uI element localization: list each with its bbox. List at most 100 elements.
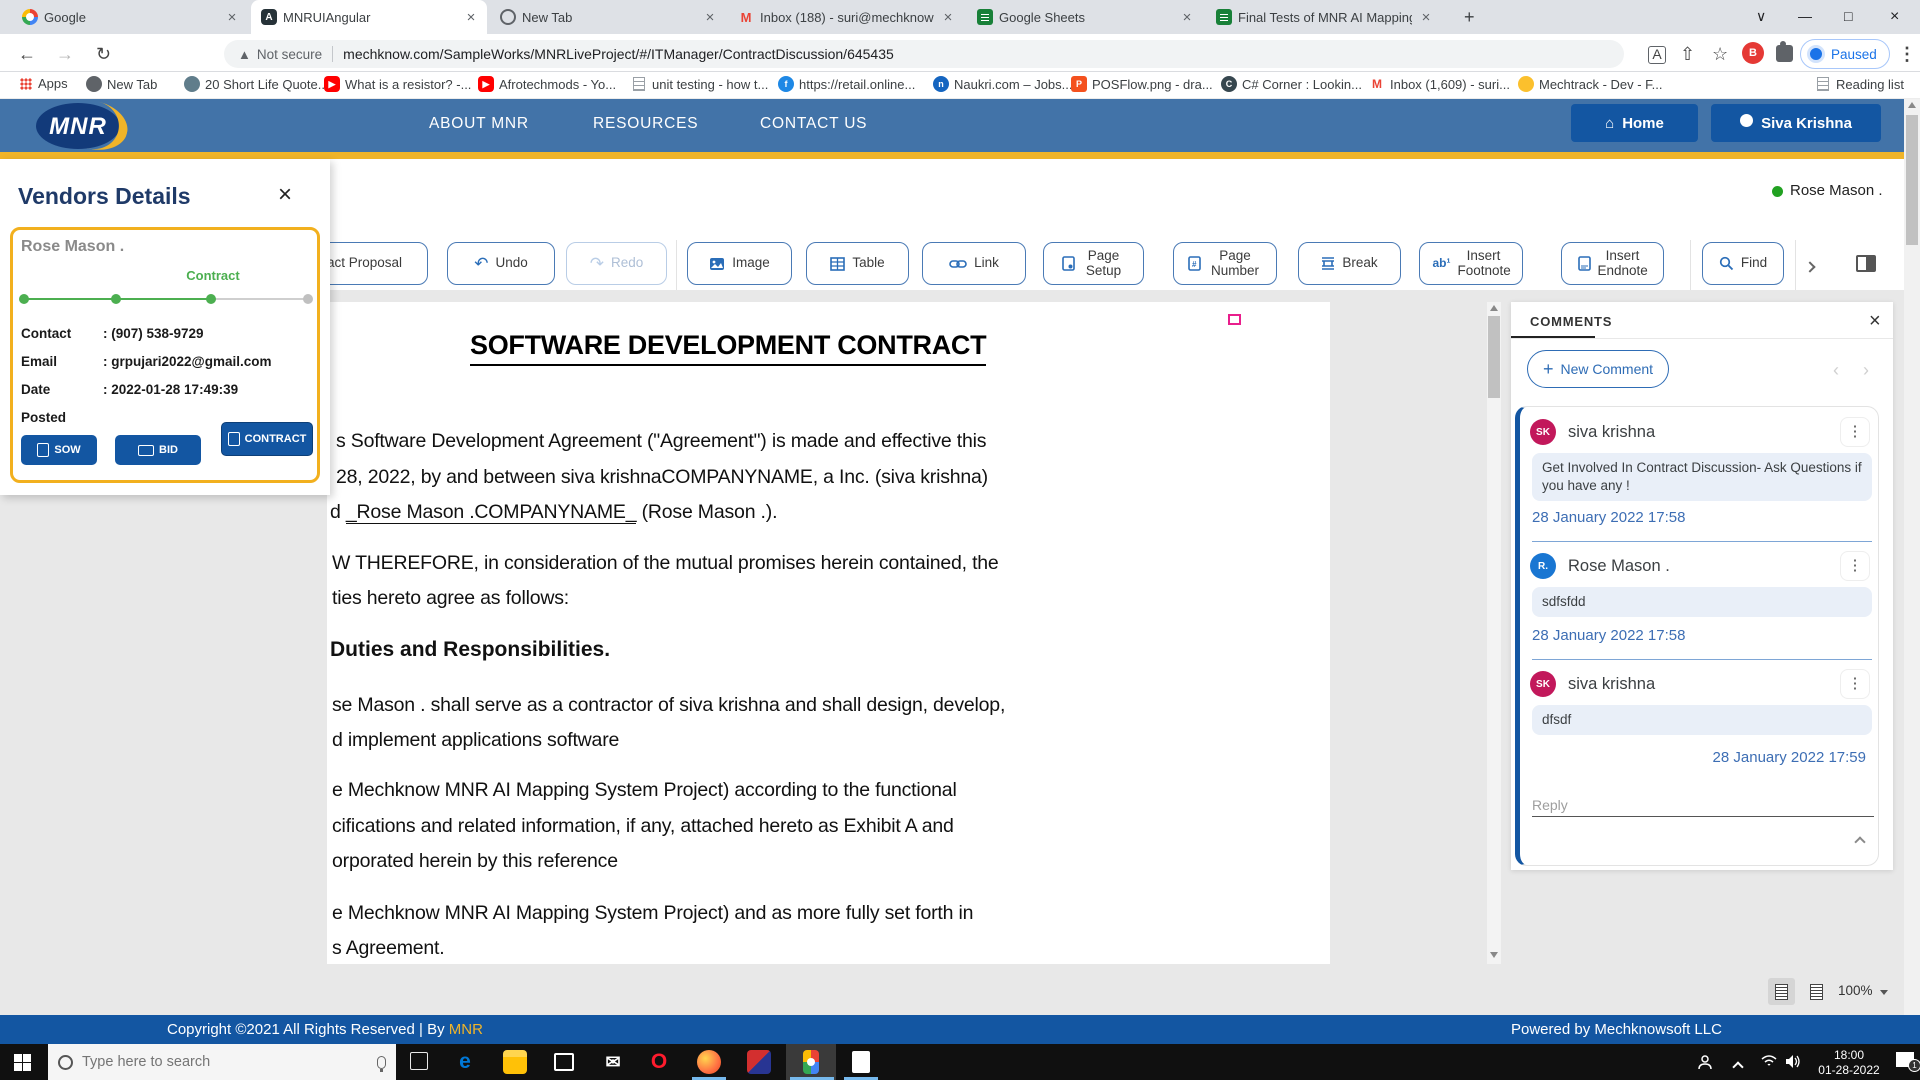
zoom-level[interactable]: 100%: [1838, 983, 1873, 998]
back-icon[interactable]: ←: [18, 44, 36, 65]
comment-menu-icon[interactable]: ⋮: [1840, 417, 1870, 447]
tab-close-icon[interactable]: ×: [224, 9, 240, 26]
forward-icon[interactable]: →: [56, 44, 74, 65]
url-field[interactable]: ▲ Not secure mechknow.com/SampleWorks/MN…: [224, 40, 1624, 68]
scroll-up-icon[interactable]: [1490, 305, 1498, 311]
extension-red-icon[interactable]: B: [1742, 42, 1764, 64]
redo-button[interactable]: ↷Redo: [566, 242, 667, 285]
bid-button[interactable]: BID: [115, 435, 201, 465]
tab-close-icon[interactable]: ×: [1179, 9, 1195, 26]
bookmark-retail-online[interactable]: fhttps://retail.online...: [778, 76, 915, 92]
home-button[interactable]: ⌂ Home: [1571, 104, 1698, 142]
web-layout-view-button[interactable]: [1803, 978, 1830, 1005]
insert-footnote-button[interactable]: ab¹ Insert Footnote: [1419, 242, 1523, 285]
bookmark-csharp-corner[interactable]: CC# Corner : Lookin...: [1221, 76, 1362, 92]
document-scrollbar-thumb[interactable]: [1488, 316, 1500, 398]
image-button[interactable]: Image: [687, 242, 792, 285]
window-maximize-button[interactable]: □: [1844, 8, 1852, 24]
insert-endnote-button[interactable]: Insert Endnote: [1561, 242, 1664, 285]
bookmark-new-tab[interactable]: New Tab: [86, 76, 157, 92]
nav-about-mnr[interactable]: ABOUT MNR: [429, 115, 529, 133]
taskbar-clock[interactable]: 18:00 01-28-2022: [1806, 1048, 1892, 1078]
new-tab-button[interactable]: +: [1464, 7, 1475, 28]
photos-app-icon[interactable]: [736, 1048, 782, 1076]
volume-icon[interactable]: [1784, 1054, 1802, 1072]
document-scrollbar[interactable]: [1487, 302, 1501, 964]
notification-center-icon[interactable]: 1: [1896, 1052, 1914, 1067]
print-layout-view-button[interactable]: [1768, 978, 1795, 1005]
task-view-button[interactable]: [410, 1052, 428, 1070]
translate-icon[interactable]: A: [1648, 46, 1666, 64]
wifi-icon[interactable]: [1760, 1054, 1778, 1071]
table-button[interactable]: Table: [806, 242, 909, 285]
nav-contact-us[interactable]: CONTACT US: [760, 115, 867, 133]
edge-icon[interactable]: e: [442, 1048, 488, 1076]
side-panel-toggle-icon[interactable]: [1856, 255, 1876, 272]
tab-close-icon[interactable]: ×: [702, 9, 718, 26]
bookmark-inbox[interactable]: MInbox (1,609) - suri...: [1369, 76, 1510, 92]
browser-scrollbar-thumb[interactable]: [1906, 115, 1918, 245]
sow-button[interactable]: SOW: [21, 435, 97, 465]
taskbar-search-input[interactable]: [82, 1054, 368, 1070]
bookmark-posflow[interactable]: PPOSFlow.png - dra...: [1071, 76, 1213, 92]
opera-icon[interactable]: O: [636, 1048, 682, 1076]
mnr-logo[interactable]: MNR: [30, 101, 126, 151]
zoom-dropdown-icon[interactable]: [1880, 990, 1888, 995]
paused-extension-button[interactable]: Paused: [1800, 39, 1890, 69]
link-button[interactable]: Link: [922, 242, 1026, 285]
share-icon[interactable]: ⇧: [1680, 44, 1695, 65]
comment-menu-icon[interactable]: ⋮: [1840, 669, 1870, 699]
find-button[interactable]: Find: [1702, 242, 1784, 285]
window-minimize-button[interactable]: —: [1798, 8, 1812, 24]
break-button[interactable]: Break: [1298, 242, 1401, 285]
chrome-icon[interactable]: [788, 1048, 834, 1076]
undo-button[interactable]: ↶Undo: [447, 242, 555, 285]
bookmark-afrotechmods[interactable]: ▶Afrotechmods - Yo...: [478, 76, 616, 92]
browser-menu-icon[interactable]: ⋮: [1898, 44, 1916, 65]
bookmark-star-icon[interactable]: ☆: [1712, 44, 1728, 65]
comment-menu-icon[interactable]: ⋮: [1840, 551, 1870, 581]
tab-google[interactable]: Google ×: [12, 0, 248, 34]
comments-prev-icon[interactable]: ‹: [1833, 360, 1839, 381]
bookmark-quotes[interactable]: 20 Short Life Quote...: [184, 76, 329, 92]
tab-close-icon[interactable]: ×: [1418, 9, 1434, 26]
bookmark-mechtrack[interactable]: Mechtrack - Dev - F...: [1518, 76, 1663, 92]
tab-close-icon[interactable]: ×: [463, 9, 479, 26]
tab-final-tests[interactable]: Final Tests of MNR AI Mapping S ×: [1206, 0, 1442, 34]
comments-next-icon[interactable]: ›: [1863, 360, 1869, 381]
bookmark-unit-testing[interactable]: unit testing - how t...: [631, 76, 768, 92]
user-button[interactable]: Siva Krishna: [1711, 104, 1881, 142]
bookmark-resistor[interactable]: ▶What is a resistor? -...: [324, 76, 471, 92]
tab-mnruiangular[interactable]: A MNRUIAngular ×: [251, 0, 487, 34]
people-icon[interactable]: [1696, 1054, 1713, 1074]
vendors-close-icon[interactable]: ×: [278, 181, 292, 209]
reading-list-button[interactable]: Reading list: [1815, 76, 1904, 92]
nav-resources[interactable]: RESOURCES: [593, 115, 698, 133]
collapse-chevron-icon[interactable]: [1856, 833, 1864, 851]
tab-search-chevron-icon[interactable]: ∨: [1756, 8, 1766, 25]
tab-google-sheets[interactable]: Google Sheets ×: [967, 0, 1203, 34]
comments-close-icon[interactable]: ×: [1869, 310, 1881, 333]
tray-expand-chevron-icon[interactable]: [1734, 1058, 1742, 1074]
bookmark-naukri[interactable]: nNaukri.com – Jobs...: [933, 76, 1073, 92]
store-icon[interactable]: [541, 1048, 587, 1076]
scroll-down-icon[interactable]: [1490, 952, 1498, 958]
tab-close-icon[interactable]: ×: [940, 9, 956, 26]
bookmark-apps[interactable]: Apps: [20, 76, 68, 91]
tab-new-tab[interactable]: New Tab ×: [490, 0, 726, 34]
comment-anchor-marker[interactable]: [1228, 314, 1241, 325]
extensions-puzzle-icon[interactable]: [1776, 45, 1793, 62]
taskbar-search[interactable]: [48, 1044, 396, 1080]
microphone-icon[interactable]: [377, 1056, 386, 1069]
reply-input[interactable]: [1532, 793, 1874, 817]
page-number-button[interactable]: # Page Number: [1173, 242, 1277, 285]
page-setup-button[interactable]: Page Setup: [1043, 242, 1144, 285]
file-explorer-icon[interactable]: [492, 1048, 538, 1076]
mail-icon[interactable]: ✉: [590, 1048, 636, 1076]
window-close-button[interactable]: ×: [1890, 8, 1899, 26]
contract-button[interactable]: CONTRACT: [221, 422, 313, 456]
scroll-up-icon[interactable]: [1908, 102, 1916, 108]
reload-icon[interactable]: ↻: [96, 44, 111, 65]
tab-inbox[interactable]: M Inbox (188) - suri@mechknowso ×: [728, 0, 964, 34]
toolbar-overflow-chevron[interactable]: [1806, 258, 1814, 276]
